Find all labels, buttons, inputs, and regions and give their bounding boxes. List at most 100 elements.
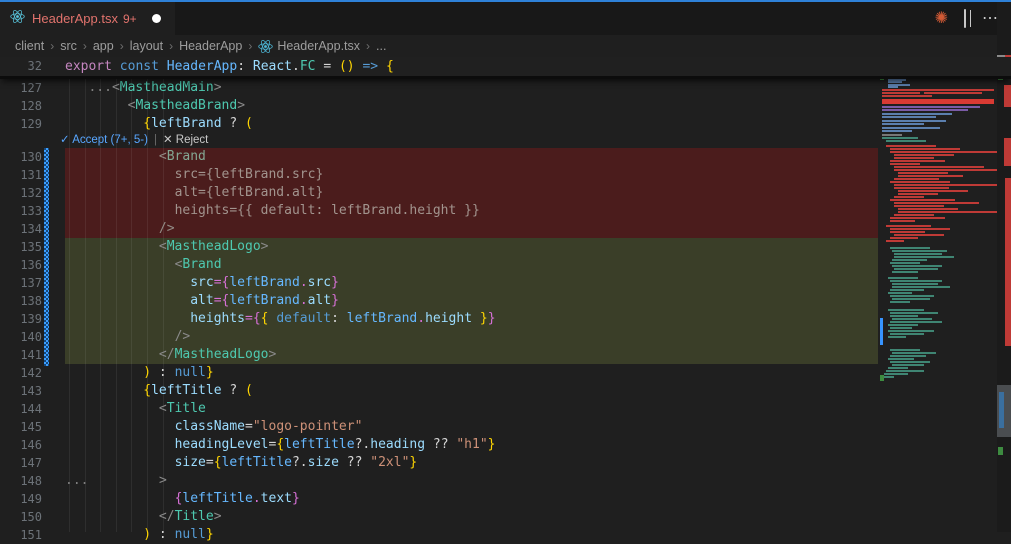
line-content: src={leftBrand.src}: [65, 274, 878, 292]
minimap[interactable]: [880, 57, 997, 532]
line-content: <MastheadLogo>: [65, 238, 878, 256]
line-number: 134: [20, 222, 42, 236]
code-line-134[interactable]: 134 />: [0, 220, 1011, 238]
tab-problems-badge: 9+: [123, 11, 137, 26]
line-number: 128: [20, 99, 42, 113]
line-number: 140: [20, 330, 42, 344]
code-line-142[interactable]: 142 ) : null}: [0, 364, 1011, 382]
line-number: 145: [20, 420, 42, 434]
code-line-148[interactable]: 148 ... >: [0, 472, 1011, 490]
tab-title: HeaderApp.tsx: [32, 11, 118, 26]
line-content: alt={leftBrand.alt}: [65, 184, 878, 202]
line-content: className="logo-pointer": [174, 419, 363, 434]
line-number: 149: [20, 492, 42, 506]
line-content: export const HeaderApp: React.FC = () =>…: [65, 59, 394, 74]
separator: |: [153, 134, 157, 146]
breadcrumb-separator: ›: [119, 39, 124, 53]
line-number: 138: [20, 294, 42, 308]
line-content: {leftBrand ? (: [143, 116, 253, 131]
breadcrumb-separator: ›: [50, 39, 55, 53]
code-line-150[interactable]: 150 </Title>: [0, 508, 1011, 526]
diff-action-bar: ✓ Accept (7+, 5-) | ✕ Reject: [0, 133, 1011, 148]
code-line-131[interactable]: 131 src={leftBrand.src}: [0, 166, 1011, 184]
overview-ruler-marker: [1004, 138, 1011, 166]
line-content: ...<MastheadMain>: [88, 80, 222, 95]
line-number: 135: [20, 240, 42, 254]
line-content: />: [65, 220, 878, 238]
line-number: 144: [20, 402, 42, 416]
code-line-130[interactable]: 130 <Brand: [0, 148, 1011, 166]
breadcrumb-item-layout[interactable]: layout: [130, 39, 163, 53]
ai-sparkle-icon[interactable]: ✺: [935, 10, 948, 27]
line-content: src={leftBrand.src}: [65, 166, 878, 184]
react-icon: [258, 39, 274, 54]
line-number: 150: [20, 510, 42, 524]
code-line-151[interactable]: 151) : null}: [0, 526, 1011, 544]
breadcrumb-separator: ›: [82, 39, 87, 53]
line-number: 141: [20, 348, 42, 362]
line-content: {leftTitle.text}: [174, 491, 300, 506]
line-content: <Title: [158, 401, 206, 416]
code-line-147[interactable]: 147 size={leftTitle?.size ?? "2xl"}: [0, 454, 1011, 472]
tab-bar: HeaderApp.tsx 9+ ✺ ⋯: [0, 0, 1011, 35]
code-line-143[interactable]: 143 {leftTitle ? (: [0, 382, 1011, 400]
breadcrumb-item-headerapp[interactable]: HeaderApp: [179, 39, 242, 53]
code-line-136[interactable]: 136 <Brand: [0, 256, 1011, 274]
code-line-135[interactable]: 135 <MastheadLogo>: [0, 238, 1011, 256]
code-lines: 127 ...<MastheadMain> 128 <MastheadBrand> 12…: [0, 79, 1011, 544]
editor-group-accent: [0, 0, 1011, 2]
breadcrumb-item-[interactable]: ...: [376, 39, 386, 53]
sticky-scroll-line[interactable]: 32 export const HeaderApp: React.FC = () …: [0, 57, 1011, 79]
overview-ruler-marker: [1004, 85, 1011, 107]
line-content: heights={{ default: leftBrand.height }}: [65, 310, 878, 328]
accept-button[interactable]: ✓ Accept (7+, 5-): [60, 133, 148, 148]
breadcrumb-separator: ›: [169, 39, 174, 53]
code-line-149[interactable]: 149 {leftTitle.text}: [0, 490, 1011, 508]
line-content: alt={leftBrand.alt}: [65, 292, 878, 310]
split-editor-icon[interactable]: [964, 9, 966, 28]
code-line-127[interactable]: 127 ...<MastheadMain>: [0, 79, 1011, 97]
line-number: 151: [20, 528, 42, 542]
code-line-32[interactable]: 32 export const HeaderApp: React.FC = () …: [0, 57, 1011, 76]
line-number: 143: [20, 384, 42, 398]
code-line-132[interactable]: 132 alt={leftBrand.alt}: [0, 184, 1011, 202]
line-number: 142: [20, 366, 42, 380]
line-content: {leftTitle ? (: [143, 383, 253, 398]
code-line-137[interactable]: 137 src={leftBrand.src}: [0, 274, 1011, 292]
line-number: 137: [20, 276, 42, 290]
code-line-138[interactable]: 138 alt={leftBrand.alt}: [0, 292, 1011, 310]
code-line-140[interactable]: 140 />: [0, 328, 1011, 346]
line-content: ... >: [65, 473, 167, 488]
tab-headerapp[interactable]: HeaderApp.tsx 9+: [0, 2, 175, 35]
line-content: </Title>: [158, 509, 222, 524]
overview-ruler-marker: [1005, 178, 1011, 346]
line-number: 132: [20, 186, 42, 200]
breadcrumb-item-client[interactable]: client: [15, 39, 44, 53]
reject-button[interactable]: ✕ Reject: [163, 133, 208, 148]
code-line-146[interactable]: 146 headingLevel={leftTitle?.heading ?? "…: [0, 436, 1011, 454]
code-line-128[interactable]: 128 <MastheadBrand>: [0, 97, 1011, 115]
code-line-139[interactable]: 139 heights={{ default: leftBrand.height …: [0, 310, 1011, 328]
code-line-145[interactable]: 145 className="logo-pointer": [0, 418, 1011, 436]
code-line-141[interactable]: 141 </MastheadLogo>: [0, 346, 1011, 364]
code-line-129[interactable]: 129 {leftBrand ? (: [0, 115, 1011, 133]
line-number: 127: [20, 81, 42, 95]
overview-ruler-marker: [998, 447, 1003, 455]
line-content: headingLevel={leftTitle?.heading ?? "h1"…: [174, 437, 496, 452]
line-content: />: [65, 328, 878, 346]
breadcrumb-item-headerapptsx[interactable]: HeaderApp.tsx: [258, 39, 360, 54]
code-line-144[interactable]: 144 <Title: [0, 400, 1011, 418]
line-number: 133: [20, 204, 42, 218]
line-content: size={leftTitle?.size ?? "2xl"}: [174, 455, 418, 470]
line-content: <Brand: [65, 148, 878, 166]
tab-actions: ✺ ⋯: [935, 2, 999, 35]
dirty-indicator[interactable]: [151, 14, 161, 23]
line-content: <Brand: [65, 256, 878, 274]
line-content: ) : null}: [143, 365, 214, 380]
code-line-133[interactable]: 133 heights={{ default: leftBrand.height …: [0, 202, 1011, 220]
breadcrumb-separator: ›: [366, 39, 371, 53]
line-number: 147: [20, 456, 42, 470]
breadcrumb-item-src[interactable]: src: [60, 39, 77, 53]
breadcrumb-item-app[interactable]: app: [93, 39, 114, 53]
line-number: 129: [20, 117, 42, 131]
